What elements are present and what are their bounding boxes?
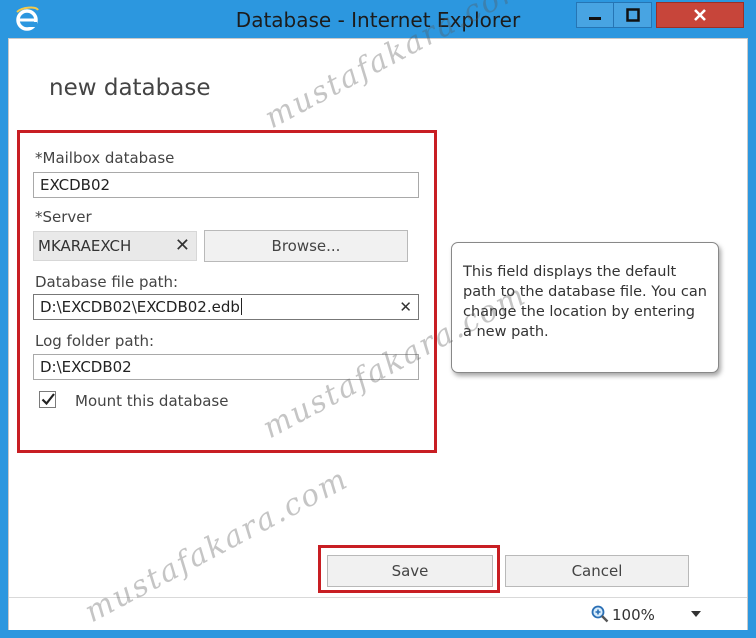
zoom-icon[interactable]: [591, 605, 609, 623]
mount-database-checkbox[interactable]: [39, 391, 56, 408]
cancel-button-label: Cancel: [571, 562, 623, 580]
server-selection: MKARAEXCH ✕: [33, 231, 197, 261]
mailbox-database-label: *Mailbox database: [35, 149, 175, 167]
maximize-icon: [625, 8, 640, 22]
log-folder-path-label: Log folder path:: [35, 332, 155, 350]
close-icon: [694, 9, 706, 21]
status-bar: 100%: [9, 597, 747, 630]
title-bar[interactable]: Database - Internet Explorer: [0, 0, 756, 38]
remove-server-icon[interactable]: ✕: [175, 235, 190, 256]
zoom-dropdown-icon[interactable]: [691, 611, 701, 617]
browser-window: Database - Internet Explorer new databas…: [0, 0, 756, 638]
text-cursor: [240, 298, 242, 315]
mount-database-label: Mount this database: [75, 392, 229, 410]
save-button-label: Save: [391, 562, 429, 580]
log-folder-path-input[interactable]: D:\EXCDB02: [33, 354, 419, 380]
zoom-level[interactable]: 100%: [612, 606, 655, 624]
save-button[interactable]: Save: [327, 555, 493, 587]
server-name: MKARAEXCH: [38, 237, 132, 255]
browse-button-label: Browse...: [271, 237, 341, 255]
tooltip-text: This field displays the default path to …: [463, 264, 707, 340]
dialog-content: new database *Mailbox database EXCDB02 *…: [8, 0, 748, 630]
browse-button[interactable]: Browse...: [204, 230, 408, 262]
mailbox-database-input[interactable]: EXCDB02: [33, 172, 419, 198]
page-title: new database: [49, 75, 211, 101]
checkmark-icon: [41, 393, 55, 406]
clear-field-icon[interactable]: ✕: [399, 298, 412, 316]
server-label: *Server: [35, 208, 92, 226]
log-folder-path-value: D:\EXCDB02: [40, 358, 132, 376]
database-file-path-label: Database file path:: [35, 273, 179, 291]
minimize-button[interactable]: [576, 2, 614, 28]
minimize-icon: [589, 17, 601, 20]
maximize-button[interactable]: [614, 2, 652, 28]
cancel-button[interactable]: Cancel: [505, 555, 689, 587]
database-file-path-input[interactable]: D:\EXCDB02\EXCDB02.edb ✕: [33, 294, 419, 320]
help-tooltip: This field displays the default path to …: [451, 242, 719, 373]
database-file-path-value: D:\EXCDB02\EXCDB02.edb: [40, 298, 240, 316]
mailbox-database-value: EXCDB02: [40, 176, 111, 194]
close-button[interactable]: [656, 2, 744, 28]
